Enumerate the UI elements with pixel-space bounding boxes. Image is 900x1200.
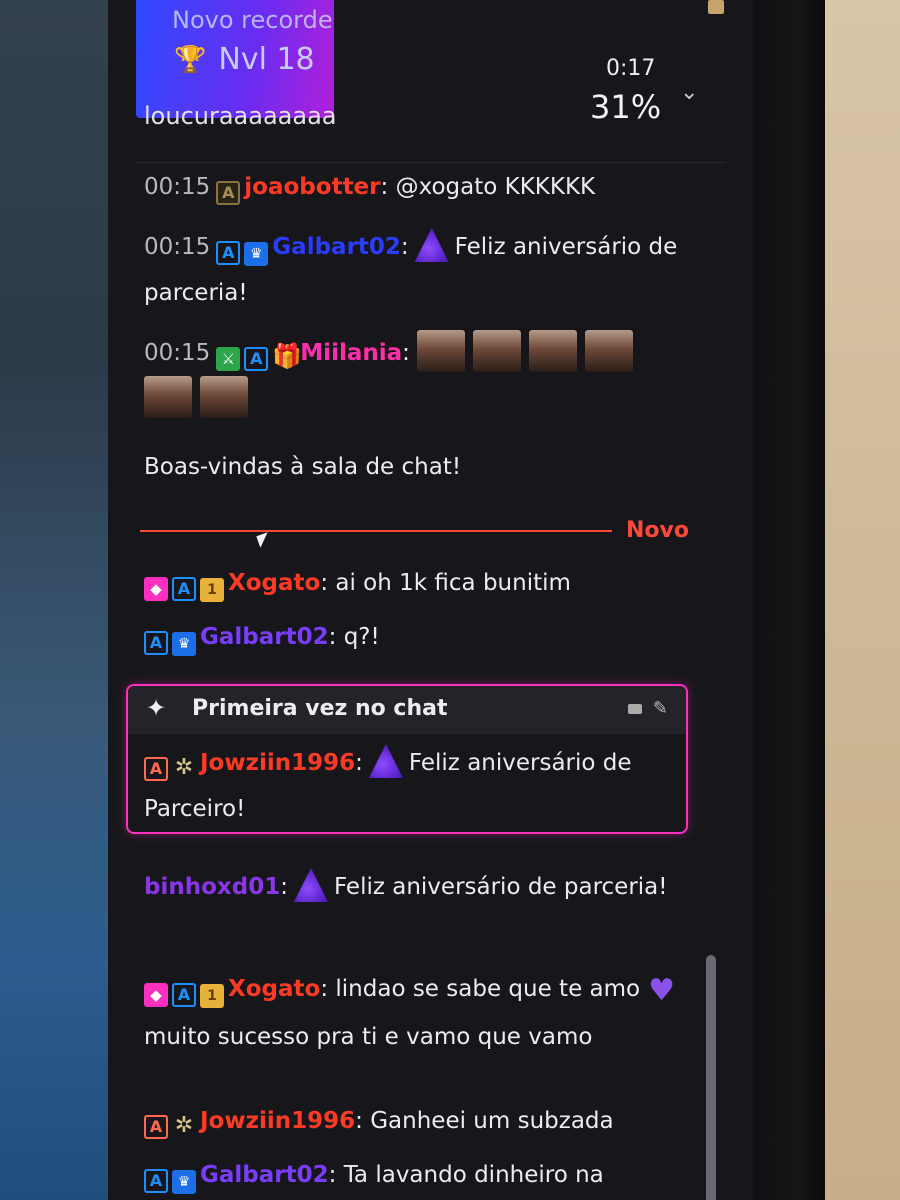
- username[interactable]: Galbart02: [200, 624, 329, 650]
- message-text: Feliz aniversário de parceria!: [333, 874, 668, 900]
- username[interactable]: Xogato: [228, 976, 320, 1002]
- message-text: q?!: [343, 624, 380, 650]
- chat-message[interactable]: A ♛ Galbart02: Ta lavando dinheiro na: [144, 1152, 704, 1198]
- username[interactable]: Jowziin1996: [200, 1108, 355, 1134]
- mouse-cursor-icon: [256, 532, 272, 548]
- message-text: @xogato KKKKKK: [395, 174, 596, 200]
- chat-message[interactable]: ◆ A 1 Xogato: ai oh 1k fica bunitim: [144, 560, 704, 606]
- chat-message[interactable]: A ✲ Jowziin1996: Feliz aniversário de Parce…: [144, 740, 674, 832]
- artist-badge-icon[interactable]: A: [172, 983, 196, 1007]
- crown-badge-icon[interactable]: ♛: [244, 242, 269, 266]
- chat-message[interactable]: 00:15 A ♛ Galbart02: Feliz aniversário de pa…: [144, 224, 704, 316]
- chat-message[interactable]: A ♛ Galbart02: q?!: [144, 614, 704, 660]
- background-left: [0, 0, 112, 1200]
- camera-icon[interactable]: [628, 704, 642, 714]
- pencil-icon[interactable]: ✎: [653, 698, 668, 719]
- sub-gift-badge-icon[interactable]: 1: [200, 578, 224, 602]
- party-hat-emote-icon: [368, 744, 403, 778]
- purple-heart-emote-icon: ♥: [648, 973, 676, 1008]
- gift-badge-icon[interactable]: 🎁: [272, 344, 302, 368]
- chat-message[interactable]: 00:15 ⚔ A 🎁Miilania:: [144, 330, 704, 422]
- username[interactable]: Miilania: [300, 340, 402, 366]
- gift-icon: [708, 0, 724, 14]
- chat-message[interactable]: 00:15 Ajoaobotter: @xogato KKKKKK: [144, 164, 704, 210]
- artist-badge-icon[interactable]: A: [144, 631, 168, 655]
- face-emote-icon: [417, 330, 466, 372]
- new-messages-label: Novo: [626, 518, 689, 543]
- record-level: Nvl 18: [218, 42, 315, 77]
- first-time-chatter-card[interactable]: ✦ Primeira vez no chat ✎ A ✲ Jowziin1996: F…: [126, 684, 688, 834]
- hype-message-text: loucuraaaaaaaa: [144, 102, 337, 130]
- artist-badge-icon[interactable]: A: [144, 1115, 168, 1139]
- monitor-bezel: [750, 0, 825, 1200]
- message-text: muito sucesso pra ti e vamo que vamo: [144, 1024, 593, 1050]
- trophy-icon: 🏆: [174, 44, 207, 75]
- artist-badge-icon[interactable]: A: [172, 577, 196, 601]
- face-emote-icon: [200, 376, 248, 418]
- username[interactable]: Xogato: [228, 570, 320, 596]
- message-text: ai oh 1k fica bunitim: [335, 570, 571, 596]
- username[interactable]: joaobotter: [244, 174, 380, 200]
- sparkle-icon: ✦: [146, 694, 167, 722]
- username[interactable]: binhoxd01: [144, 874, 280, 900]
- record-label: Novo recorde: [172, 6, 333, 34]
- face-emote-icon: [473, 330, 522, 372]
- chat-message[interactable]: A ✲ Jowziin1996: Ganheei um subzada: [144, 1098, 704, 1144]
- message-time: 00:15: [144, 340, 211, 366]
- first-time-title: Primeira vez no chat: [192, 696, 448, 721]
- chat-message[interactable]: binhoxd01: Feliz aniversário de parceria!: [144, 864, 704, 910]
- sub-gift-badge-icon[interactable]: 1: [200, 984, 224, 1008]
- star-badge-icon[interactable]: ✲: [172, 756, 196, 780]
- hype-message: loucuraaaaaaaa: [136, 96, 726, 163]
- username[interactable]: Galbart02: [272, 234, 401, 260]
- username[interactable]: Galbart02: [200, 1162, 329, 1188]
- crown-badge-icon[interactable]: ♛: [172, 632, 196, 656]
- background-wall: [825, 0, 900, 1200]
- gem-badge-icon[interactable]: ◆: [144, 577, 168, 601]
- chat-message[interactable]: ◆ A 1 Xogato: lindao se sabe que te amo ♥mui…: [144, 966, 704, 1060]
- artist-badge-icon[interactable]: A: [144, 757, 168, 781]
- message-text: Ta lavando dinheiro na: [343, 1162, 604, 1188]
- artist-badge-icon[interactable]: A: [244, 347, 269, 371]
- hype-timer: 0:17: [606, 56, 656, 81]
- face-emote-icon: [144, 376, 192, 418]
- message-time: 00:15: [144, 234, 211, 260]
- username[interactable]: Jowziin1996: [200, 750, 355, 776]
- message-time: 00:15: [144, 174, 211, 200]
- chat-panel: Novo recorde 🏆 Nvl 18 0:17 31% ⌄ loucura…: [108, 0, 753, 1200]
- message-text: lindao se sabe que te amo: [335, 976, 641, 1002]
- face-emote-icon: [585, 330, 634, 372]
- party-hat-emote-icon: [414, 228, 449, 262]
- first-time-header: ✦ Primeira vez no chat ✎: [128, 686, 686, 734]
- sword-badge-icon[interactable]: ⚔: [216, 347, 241, 371]
- crown-badge-icon[interactable]: ♛: [172, 1170, 196, 1194]
- artist-badge-icon[interactable]: A: [216, 181, 241, 205]
- gem-badge-icon[interactable]: ◆: [144, 983, 168, 1007]
- party-hat-emote-icon: [293, 868, 328, 902]
- scrollbar[interactable]: [706, 955, 716, 1200]
- artist-badge-icon[interactable]: A: [144, 1169, 168, 1193]
- message-text: Ganheei um subzada: [370, 1108, 614, 1134]
- new-messages-divider: [140, 530, 612, 532]
- artist-badge-icon[interactable]: A: [216, 241, 241, 265]
- star-badge-icon[interactable]: ✲: [172, 1114, 196, 1138]
- face-emote-icon: [529, 330, 578, 372]
- welcome-message: Boas-vindas à sala de chat!: [144, 454, 462, 480]
